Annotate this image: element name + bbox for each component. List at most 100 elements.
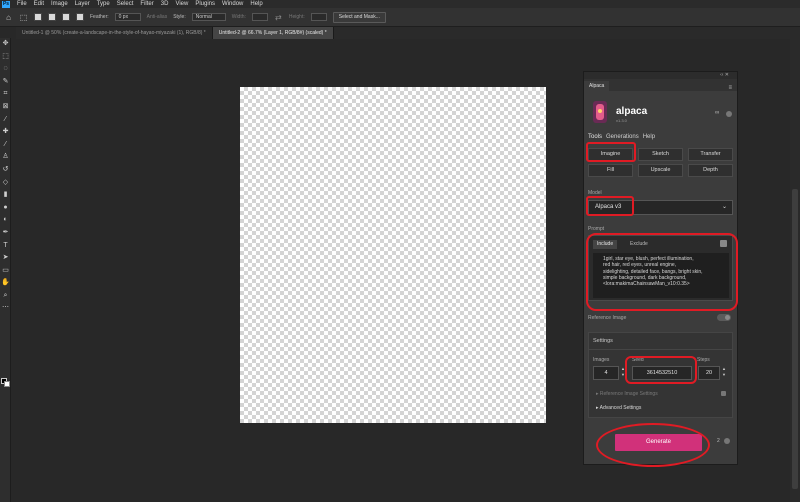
healing-tool-icon[interactable]: ✚ (0, 126, 11, 139)
menu-file[interactable]: File (17, 1, 27, 7)
annotation-prompt (586, 233, 738, 311)
options-bar: ⌂ ⬚ Feather: 0 px Anti-alias Style: Norm… (0, 8, 800, 27)
tab-generations[interactable]: Generations (606, 134, 639, 140)
fill-button[interactable]: Fill (588, 164, 633, 177)
annotation-generate (596, 423, 710, 467)
reference-settings-label: Reference Image Settings (599, 391, 658, 397)
height-label: Height: (288, 14, 305, 20)
shape-tool-icon[interactable]: ▭ (0, 265, 11, 278)
frame-tool-icon[interactable]: ⊠ (0, 101, 11, 114)
width-label: Width: (231, 14, 246, 20)
version-label: v1.3.0 (616, 118, 627, 123)
alpaca-logo-icon (593, 101, 607, 123)
transfer-button[interactable]: Transfer (688, 148, 733, 161)
prompt-label: Prompt (588, 226, 605, 232)
menu-3d[interactable]: 3D (161, 1, 169, 7)
tab-alpaca[interactable]: Alpaca (584, 81, 610, 91)
steps-input[interactable]: 20 (698, 366, 720, 380)
reference-image-toggle[interactable] (717, 314, 731, 321)
marquee-tool-icon[interactable]: ⬚ (0, 51, 11, 64)
menu-window[interactable]: Window (222, 1, 243, 7)
advanced-settings-label: Advanced Settings (599, 405, 642, 411)
generation-count: 2 (717, 438, 720, 444)
tab-tools[interactable]: Tools (588, 134, 602, 140)
panel-menu-icon[interactable]: ≡ (728, 85, 732, 91)
more-tools-icon[interactable]: ⋯ (0, 302, 11, 315)
account-icon[interactable] (726, 111, 732, 117)
document-tabs: Untitled-1 @ 50% (create-a-landscape-in-… (16, 27, 800, 39)
menu-view[interactable]: View (175, 1, 188, 7)
lasso-tool-icon[interactable]: ◌ (0, 63, 11, 76)
transparent-canvas[interactable] (240, 87, 546, 423)
images-label: Images (593, 357, 610, 363)
brand-name: alpaca (616, 106, 648, 117)
credits-infinity-icon: ∞ (715, 110, 720, 116)
swap-icon[interactable]: ⇄ (274, 13, 283, 22)
panel-collapse-bar[interactable]: ‹‹ ✕ (584, 72, 737, 79)
images-input[interactable]: 4 (593, 366, 619, 380)
lock-icon (721, 391, 726, 396)
blur-tool-icon[interactable]: ● (0, 202, 11, 215)
history-brush-tool-icon[interactable]: ↺ (0, 164, 11, 177)
tab-help[interactable]: Help (643, 134, 655, 140)
style-select[interactable]: Normal (191, 13, 226, 21)
dodge-tool-icon[interactable]: ◐ (0, 214, 11, 227)
sketch-button[interactable]: Sketch (638, 148, 683, 161)
feather-label: Feather: (90, 14, 109, 20)
move-tool-icon[interactable]: ✥ (0, 38, 11, 51)
tab-untitled-2[interactable]: Untitled-2 @ 66.7% (Layer 1, RGB/8#) (sc… (212, 27, 334, 39)
steps-label: Steps (697, 357, 710, 363)
select-and-mask-button[interactable]: Select and Mask... (332, 11, 386, 23)
hand-tool-icon[interactable]: ✋ (0, 277, 11, 290)
intersect-selection-icon[interactable] (76, 13, 84, 21)
height-input[interactable] (310, 13, 327, 21)
path-select-tool-icon[interactable]: ➤ (0, 252, 11, 265)
eraser-tool-icon[interactable]: ◇ (0, 177, 11, 190)
zoom-tool-icon[interactable]: ⌕ (0, 290, 11, 303)
type-tool-icon[interactable]: T (0, 240, 11, 253)
add-selection-icon[interactable] (48, 13, 56, 21)
section-tabs: Tools Generations Help (588, 134, 655, 140)
menu-plugins[interactable]: Plugins (195, 1, 215, 7)
antialias-label[interactable]: Anti-alias (147, 14, 168, 20)
scrollbar-thumb[interactable] (792, 189, 798, 489)
quick-select-tool-icon[interactable]: ✎ (0, 76, 11, 89)
annotation-imagine (586, 142, 636, 162)
settings-title: Settings (593, 338, 613, 344)
divider (589, 349, 732, 350)
tab-untitled-1[interactable]: Untitled-1 @ 50% (create-a-landscape-in-… (16, 27, 213, 39)
new-selection-icon[interactable] (34, 13, 42, 21)
annotation-model (586, 196, 634, 216)
depth-button[interactable]: Depth (688, 164, 733, 177)
steps-stepper-icon[interactable]: ▲ ▼ (721, 366, 727, 380)
upscale-button[interactable]: Upscale (638, 164, 683, 177)
menu-type[interactable]: Type (97, 1, 110, 7)
chevron-down-icon: ⌄ (721, 204, 727, 210)
tools-panel: ✥ ⬚ ◌ ✎ ⌗ ⊠ ⁄ ✚ ⁄ ♙ ↺ ◇ ▮ ● ◐ ✒ T ➤ ▭ ✋ … (0, 38, 11, 502)
menu-image[interactable]: Image (51, 1, 68, 7)
pen-tool-icon[interactable]: ✒ (0, 227, 11, 240)
stamp-tool-icon[interactable]: ♙ (0, 151, 11, 164)
reference-settings-row[interactable]: ▸ Reference Image Settings (596, 391, 658, 397)
vertical-scrollbar[interactable] (790, 39, 800, 502)
marquee-tool-icon[interactable]: ⬚ (19, 13, 28, 22)
menu-help[interactable]: Help (250, 1, 262, 7)
annotation-seed (625, 356, 697, 384)
panel-tab-row: Alpaca ≡ (584, 79, 737, 91)
home-icon[interactable]: ⌂ (4, 13, 13, 22)
photoshop-logo-icon[interactable]: Ps (2, 0, 10, 8)
subtract-selection-icon[interactable] (62, 13, 70, 21)
gradient-tool-icon[interactable]: ▮ (0, 189, 11, 202)
eyedropper-tool-icon[interactable]: ⁄ (0, 114, 11, 127)
feather-input[interactable]: 0 px (114, 13, 141, 21)
style-label: Style: (173, 14, 186, 20)
width-input[interactable] (251, 13, 268, 21)
menu-select[interactable]: Select (117, 1, 134, 7)
crop-tool-icon[interactable]: ⌗ (0, 88, 11, 101)
menu-edit[interactable]: Edit (34, 1, 44, 7)
brush-tool-icon[interactable]: ⁄ (0, 139, 11, 152)
advanced-settings-row[interactable]: ▸ Advanced Settings (596, 405, 641, 411)
menu-layer[interactable]: Layer (75, 1, 90, 7)
menu-filter[interactable]: Filter (140, 1, 153, 7)
background-color-swatch[interactable] (4, 381, 10, 387)
